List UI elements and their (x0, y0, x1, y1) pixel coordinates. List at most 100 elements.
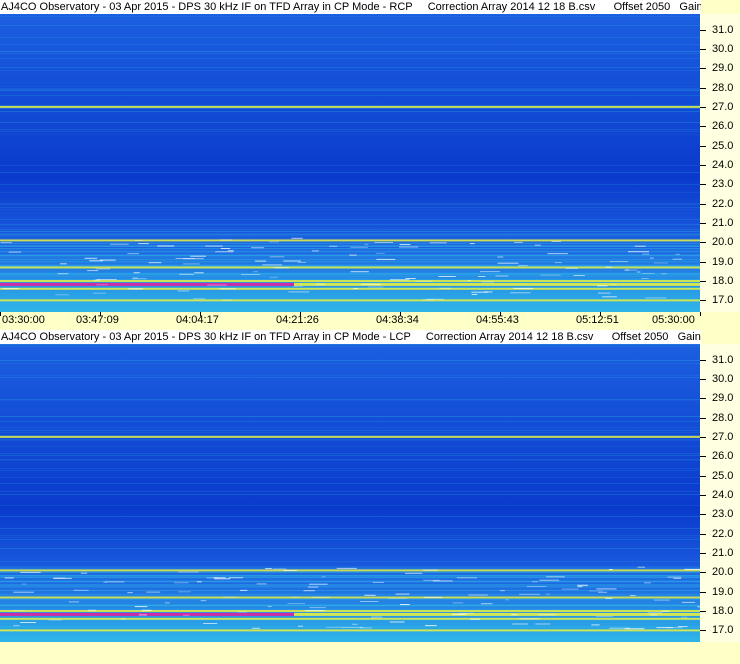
signal-speck (96, 284, 108, 286)
signal-speck (350, 246, 368, 248)
signal-speck (650, 257, 654, 259)
signal-speck (283, 570, 297, 571)
signal-speck (205, 245, 223, 247)
signal-speck (684, 568, 700, 570)
signal-speck (547, 253, 568, 255)
noise-line (0, 274, 700, 276)
y-tick-label: 20.0 (712, 566, 734, 579)
noise-line (0, 276, 700, 277)
noise-line (0, 286, 700, 288)
interference-line (0, 400, 700, 401)
interference-line (0, 108, 700, 109)
signal-speck (133, 272, 140, 274)
y-tick (700, 591, 706, 593)
signal-speck (481, 281, 495, 283)
interference-line (0, 360, 700, 361)
interference-line (0, 421, 700, 422)
signal-speck (193, 298, 205, 300)
interference-line (0, 70, 700, 71)
signal-speck (196, 581, 202, 583)
interference-line (0, 229, 700, 230)
interference-line (0, 491, 700, 492)
signal-speck (269, 256, 285, 258)
interference-line (0, 440, 700, 441)
interference-line (0, 44, 700, 45)
rcp-frequency-axis: 31.0 30.0 29.0 28.0 27.0 26.0 25.0 24.0 23.0 22.0… (700, 14, 740, 312)
hot-band (0, 569, 700, 572)
interference-line (0, 346, 700, 347)
signal-speck (675, 253, 680, 255)
signal-speck (459, 612, 474, 614)
y-tick (700, 29, 706, 31)
signal-speck (432, 580, 453, 582)
hot-band (0, 435, 700, 438)
signal-speck (468, 594, 488, 596)
signal-speck (371, 616, 383, 618)
y-tick-label: 19.0 (712, 585, 734, 598)
signal-speck (634, 245, 646, 247)
signal-speck (148, 262, 162, 264)
signal-speck (297, 261, 307, 263)
rcp-panel: AJ4CO Observatory - 03 Apr 2015 - DPS 30… (0, 0, 740, 330)
signal-speck (389, 621, 405, 623)
interference-line (0, 363, 700, 364)
signal-speck (138, 243, 149, 245)
signal-speck (190, 255, 206, 257)
signal-speck (374, 242, 393, 243)
y-tick-label: 26.0 (712, 120, 734, 133)
signal-speck (452, 613, 467, 615)
noise-line (0, 264, 700, 266)
signal-speck (273, 267, 290, 269)
signal-speck (55, 294, 69, 296)
signal-speck (265, 568, 272, 570)
signal-speck (253, 271, 258, 273)
interference-line (0, 184, 700, 185)
y-tick-label: 30.0 (712, 42, 734, 55)
noise-line (0, 639, 700, 640)
signal-speck (478, 276, 486, 277)
signal-speck (605, 597, 613, 599)
x-tick (0, 312, 1, 316)
signal-speck (269, 241, 279, 243)
signal-speck (291, 596, 300, 598)
signal-speck (272, 568, 287, 570)
signal-speck (22, 583, 27, 585)
interference-line (0, 439, 700, 440)
signal-speck (95, 268, 111, 270)
hot-band (0, 266, 700, 269)
y-tick (700, 378, 706, 380)
noise-line (0, 265, 700, 267)
signal-speck (316, 283, 325, 285)
interference-line (0, 399, 700, 400)
y-tick (700, 106, 706, 108)
interference-line (0, 89, 700, 90)
interference-line (0, 16, 700, 17)
lcp-time-axis (0, 642, 740, 658)
signal-speck (127, 253, 139, 255)
signal-speck (240, 589, 248, 591)
signal-speck (470, 243, 475, 245)
signal-speck (254, 260, 267, 262)
signal-speck (471, 294, 478, 295)
signal-speck (681, 601, 696, 603)
signal-speck (551, 241, 561, 242)
signal-speck (105, 581, 125, 583)
signal-speck (237, 611, 247, 613)
signal-speck (666, 627, 683, 629)
signal-speck (215, 251, 234, 253)
signal-speck (48, 619, 62, 621)
signal-speck (424, 596, 443, 598)
interference-line (0, 58, 700, 59)
signal-speck (589, 590, 603, 592)
signal-speck (514, 241, 523, 243)
signal-speck (80, 572, 88, 574)
noise-line (0, 235, 700, 237)
signal-speck (653, 599, 670, 601)
interference-line (0, 344, 700, 345)
interference-line (0, 432, 700, 433)
signal-speck (110, 243, 129, 245)
signal-speck (178, 591, 191, 593)
signal-speck (480, 603, 493, 605)
y-tick (700, 359, 706, 361)
signal-speck (497, 256, 504, 258)
